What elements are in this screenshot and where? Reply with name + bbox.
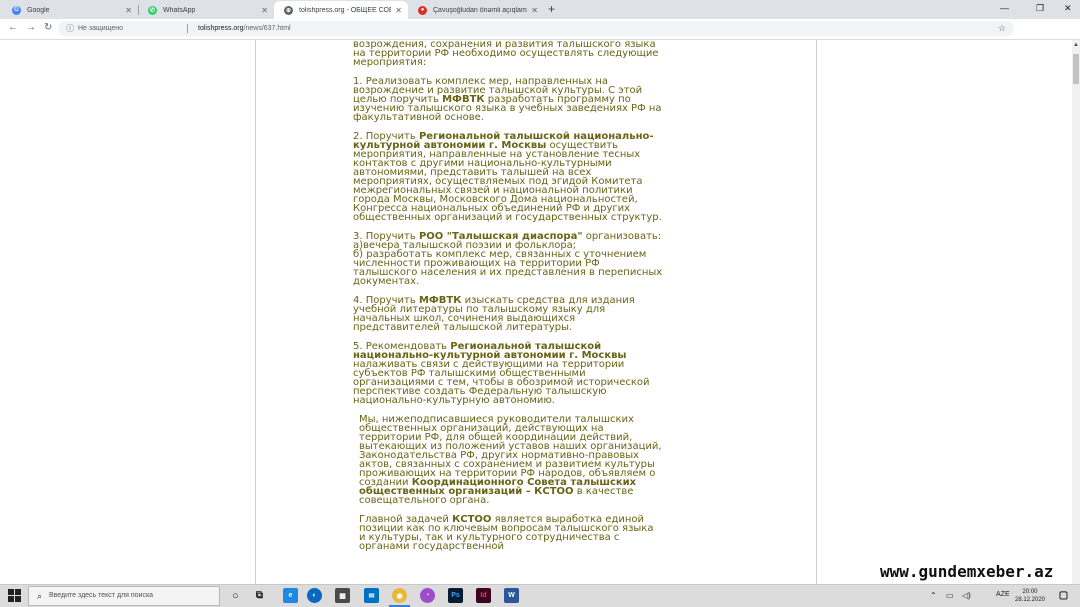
- bookmark-star-icon[interactable]: ☆: [998, 21, 1006, 36]
- photoshop-icon[interactable]: Ps: [448, 588, 463, 603]
- close-tab-icon[interactable]: ✕: [125, 6, 132, 15]
- page-scrollbar[interactable]: ▲: [1072, 40, 1080, 584]
- word-icon[interactable]: W: [504, 588, 519, 603]
- network-icon[interactable]: ▭: [946, 591, 954, 600]
- news-icon: ●: [418, 5, 427, 15]
- article-paragraph: возрождения, сохранения и развития талыш…: [353, 40, 663, 68]
- windows-taskbar: ⌕ Введите здесь текст для поиска ○ ⧉ e ◐…: [0, 584, 1080, 607]
- forward-arrow-icon[interactable]: →: [26, 22, 36, 34]
- tab-news[interactable]: ● Çavuşoğludan önəmli açıqlama: ✕: [408, 1, 544, 19]
- close-tab-icon[interactable]: ✕: [531, 6, 538, 15]
- url-text[interactable]: tolishpress.org/news/637.html: [198, 21, 291, 36]
- watermark: www.gundemxeber.az: [880, 562, 1054, 581]
- windows-start-icon[interactable]: [8, 589, 21, 602]
- paragraph-text: возрождения, сохранения и развития талыш…: [353, 40, 659, 68]
- edge-icon[interactable]: e: [283, 588, 298, 603]
- edge-chromium-icon[interactable]: ◐: [307, 588, 322, 603]
- mail-icon[interactable]: ✉: [364, 588, 379, 603]
- minimize-button[interactable]: —: [1000, 2, 1009, 14]
- tab-title: tolishpress.org - ОБЩЕЕ СОБРАНИЕ: [299, 6, 392, 14]
- article-paragraph: Главной задачей КСТОО является выработка…: [353, 515, 663, 552]
- security-status: Не защищено: [78, 25, 123, 32]
- url-path: /news/637.html: [243, 25, 291, 32]
- store-icon[interactable]: ▦: [335, 588, 350, 603]
- article-paragraph: 4. Поручить МФВТК изыскать средства для …: [353, 296, 663, 333]
- scrollbar-thumb[interactable]: [1073, 54, 1079, 84]
- maximize-button[interactable]: ❐: [1036, 2, 1044, 14]
- url-domain: tolishpress.org: [198, 25, 244, 32]
- search-icon: ⌕: [37, 591, 43, 601]
- search-placeholder: Введите здесь текст для поиска: [49, 592, 154, 599]
- chevron-up-icon[interactable]: ⌃: [930, 591, 937, 600]
- close-tab-icon[interactable]: ✕: [395, 6, 402, 15]
- reload-icon[interactable]: ↻: [44, 22, 52, 34]
- indesign-icon[interactable]: Id: [476, 588, 491, 603]
- notification-icon[interactable]: ▢: [1056, 588, 1071, 603]
- paragraph-text: осуществить мероприятия, направленные на…: [353, 140, 662, 223]
- omnibox[interactable]: ⓘ Не защищено tolishpress.org/news/637.h…: [58, 21, 1014, 36]
- article-paragraph: 5. Рекомендовать Региональной талышской …: [353, 342, 663, 406]
- tab-whatsapp[interactable]: ✆ WhatsApp ✕: [138, 1, 274, 19]
- content-border-right: [816, 40, 817, 584]
- article-body: возрождения, сохранения и развития талыш…: [353, 40, 663, 552]
- article-paragraph: Мы, нижеподписавшиеся руководители талыш…: [353, 415, 663, 506]
- back-arrow-icon[interactable]: ←: [8, 22, 18, 34]
- article-paragraph: 1. Реализовать комплекс мер, направленны…: [353, 77, 663, 123]
- chrome-icon[interactable]: ◉: [392, 588, 407, 603]
- clock-date: 28.12.2020: [1014, 597, 1046, 603]
- tab-title: WhatsApp: [163, 6, 196, 14]
- omnibox-divider: [187, 24, 188, 33]
- messenger-icon[interactable]: ◔: [420, 588, 435, 603]
- paragraph-text: налаживать связи с действующими на терри…: [353, 359, 650, 406]
- paragraph-text: б) разработать комплекс мер, связанных с…: [353, 249, 663, 287]
- tab-strip: G Google ✕ ✆ WhatsApp ✕ ⊕ tolishpress.or…: [0, 0, 1080, 19]
- close-window-button[interactable]: ✕: [1064, 2, 1072, 14]
- tab-title: Çavuşoğludan önəmli açıqlama:: [433, 6, 528, 14]
- tab-tolishpress[interactable]: ⊕ tolishpress.org - ОБЩЕЕ СОБРАНИЕ ✕: [274, 1, 408, 19]
- paragraph-text: организовать:: [582, 231, 662, 242]
- tab-google[interactable]: G Google ✕: [2, 1, 138, 19]
- clock-time: 20:00: [1022, 589, 1038, 595]
- google-icon: G: [12, 5, 21, 15]
- site-icon: ⊕: [284, 5, 293, 15]
- article-paragraph: 3. Поручить РОО "Талышская диаспора" орг…: [353, 231, 663, 287]
- security-warning-icon[interactable]: ⓘ: [66, 21, 74, 36]
- volume-icon[interactable]: ◁): [962, 591, 971, 600]
- language-indicator[interactable]: AZE: [996, 591, 1010, 598]
- new-tab-button[interactable]: +: [548, 2, 555, 16]
- close-tab-icon[interactable]: ✕: [261, 6, 268, 15]
- taskbar-clock[interactable]: 20:00 28.12.2020: [1012, 588, 1048, 604]
- task-view-icon[interactable]: ⧉: [252, 588, 267, 603]
- article-paragraph: 2. Поручить Региональной талышской нацио…: [353, 132, 663, 223]
- scroll-up-icon[interactable]: ▲: [1073, 42, 1079, 48]
- taskbar-search-box[interactable]: ⌕ Введите здесь текст для поиска: [28, 586, 220, 606]
- whatsapp-icon: ✆: [148, 5, 157, 15]
- address-toolbar: ← → ↻ ⓘ Не защищено tolishpress.org/news…: [0, 19, 1080, 53]
- page-viewport: возрождения, сохранения и развития талыш…: [0, 40, 1072, 584]
- tab-title: Google: [27, 6, 50, 14]
- cortana-icon[interactable]: ○: [228, 588, 243, 603]
- content-border-left: [255, 40, 256, 584]
